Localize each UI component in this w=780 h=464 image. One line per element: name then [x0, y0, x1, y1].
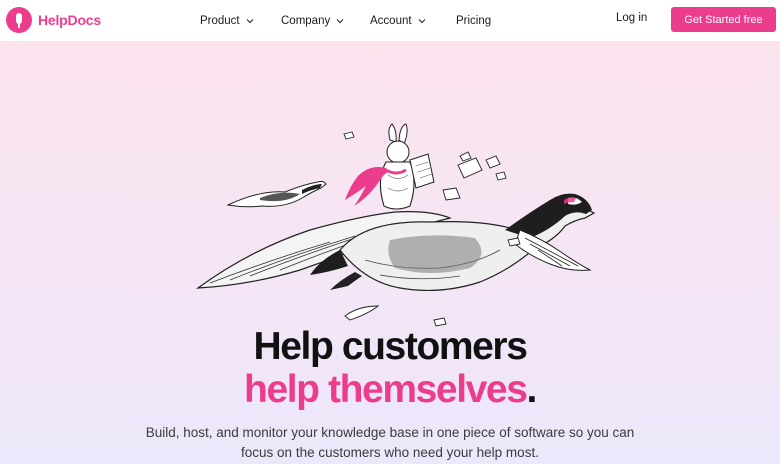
hero-subtitle: Build, host, and monitor your knowledge … [145, 425, 635, 460]
nav-company[interactable]: Company [281, 12, 344, 30]
nav-company-label: Company [281, 15, 331, 27]
get-started-button[interactable]: Get Started free [671, 7, 776, 32]
rabbit-riding-goose-illustration [196, 123, 596, 327]
hero-headline-period: . [526, 368, 538, 411]
nav-product-label: Product [200, 15, 240, 27]
brand-logo[interactable]: HelpDocs [6, 7, 101, 33]
rabbit-icon [345, 123, 435, 210]
nav-product[interactable]: Product [200, 12, 254, 30]
login-link[interactable]: Log in [616, 12, 647, 24]
nav-account[interactable]: Account [370, 12, 426, 30]
small-goose-icon [226, 180, 327, 208]
nav-account-label: Account [370, 15, 412, 27]
hero-headline-highlight: help themselves [244, 368, 528, 411]
chevron-down-icon [336, 19, 344, 24]
helpdocs-logo-icon [6, 7, 32, 33]
chevron-down-icon [246, 19, 254, 24]
chevron-down-icon [418, 19, 425, 24]
top-navigation: HelpDocs Product Company Account Pricing… [0, 0, 780, 42]
nav-pricing[interactable]: Pricing [456, 12, 491, 30]
nav-pricing-label: Pricing [456, 15, 492, 27]
hero-headline-line2: help themselves. [0, 368, 780, 412]
hero-headline-line1: Help customers [253, 325, 528, 368]
brand-name: HelpDocs [38, 12, 101, 28]
